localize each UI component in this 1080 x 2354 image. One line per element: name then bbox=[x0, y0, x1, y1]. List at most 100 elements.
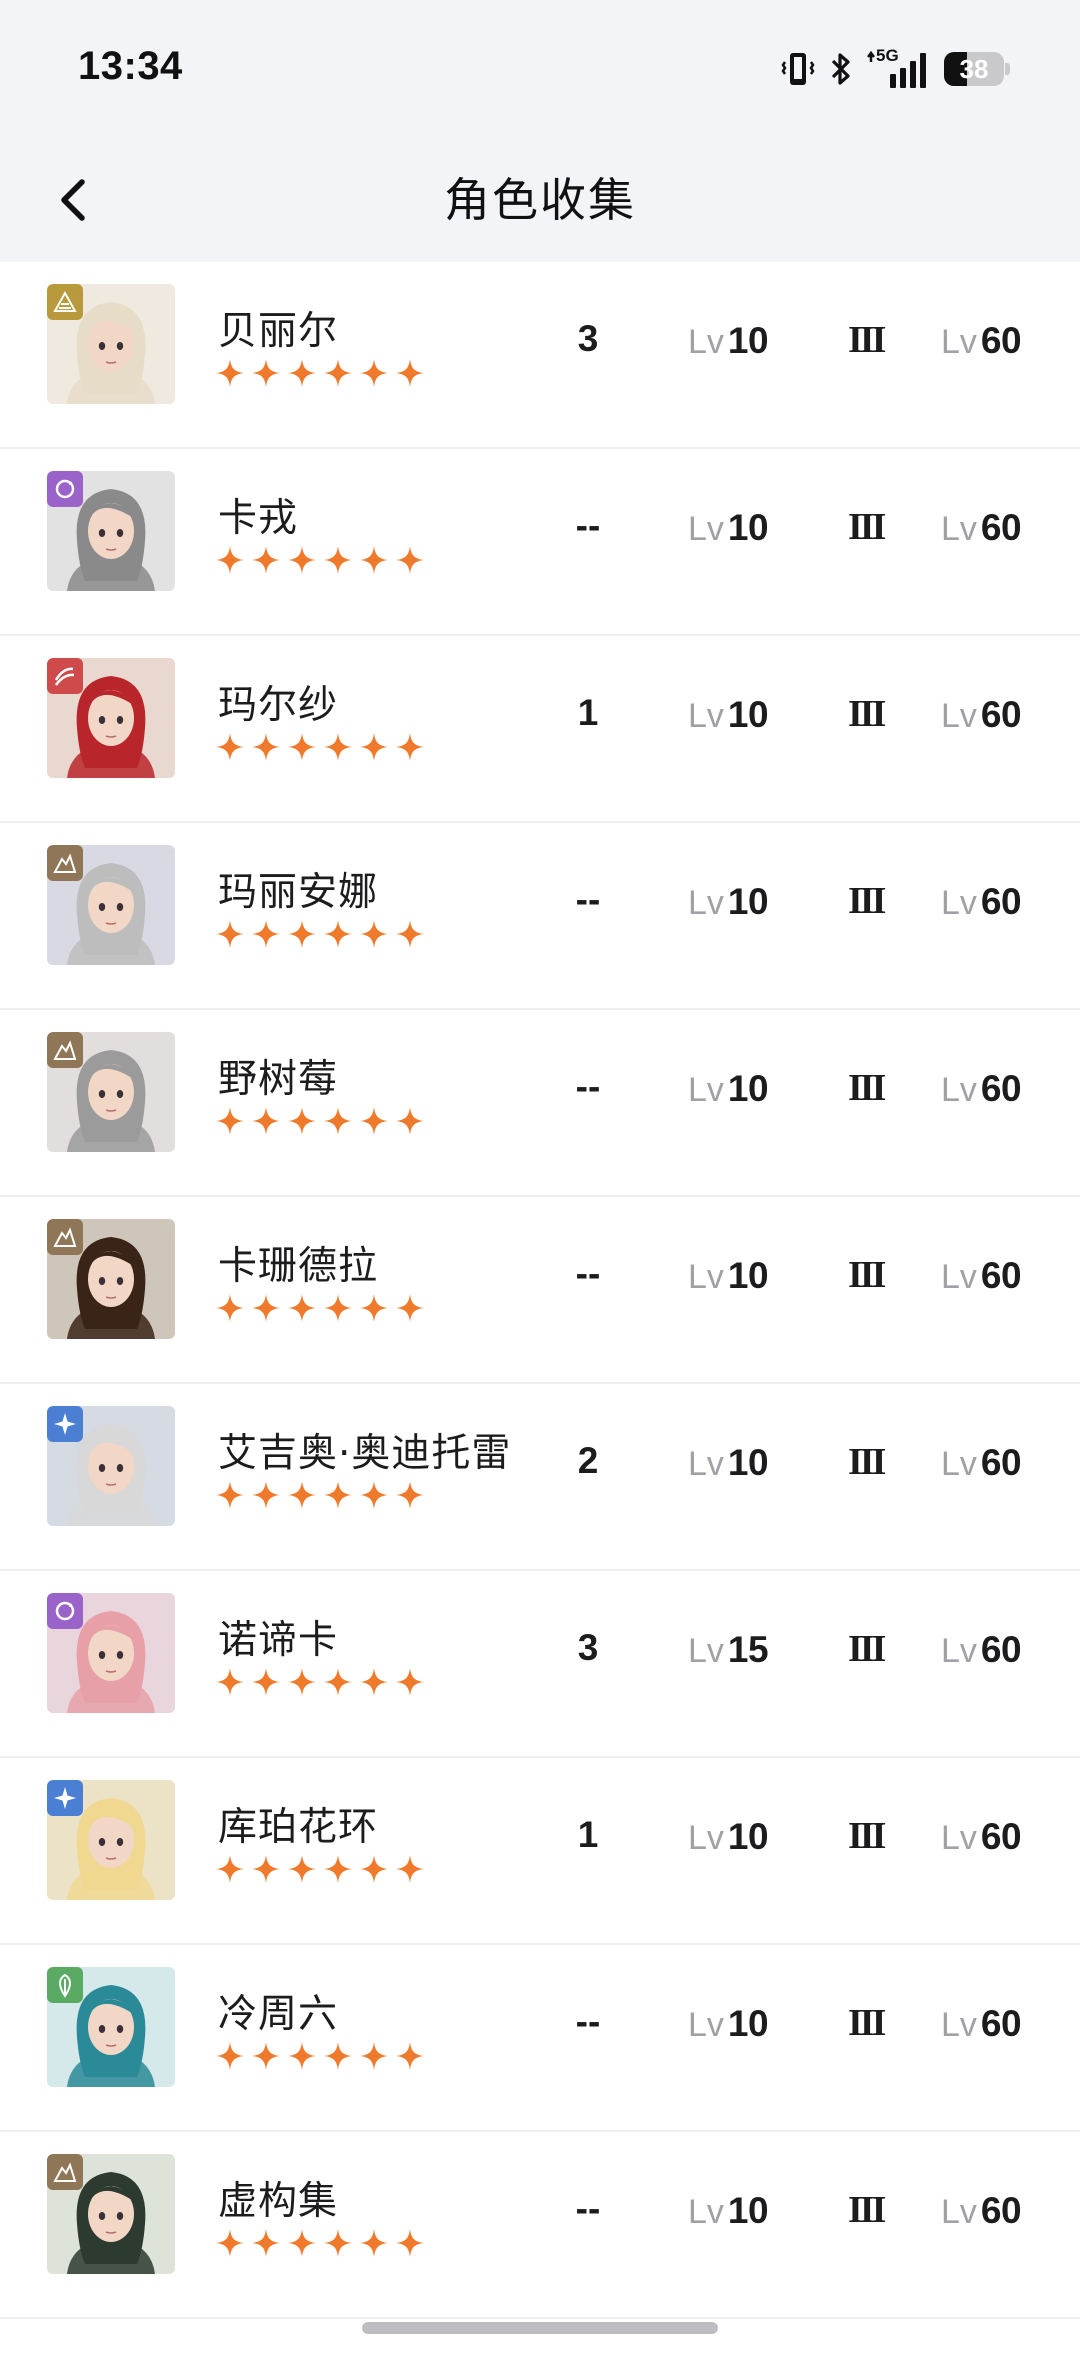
star-icon bbox=[252, 2042, 280, 2070]
character-name: 虚构集 bbox=[218, 2179, 339, 2224]
skill-level: Lv 10 bbox=[688, 694, 769, 736]
star-icon bbox=[360, 359, 388, 387]
star-icon bbox=[288, 359, 316, 387]
element-rock-icon bbox=[47, 845, 83, 881]
character-portrait bbox=[47, 284, 175, 404]
rank-badge: III bbox=[848, 2189, 886, 2231]
star-icon bbox=[288, 733, 316, 761]
star-icon bbox=[216, 733, 244, 761]
star-icon bbox=[324, 1668, 352, 1696]
character-name: 艾吉奥·奥迪托雷 bbox=[218, 1431, 512, 1476]
star-icon bbox=[288, 1668, 316, 1696]
rarity-stars bbox=[215, 919, 425, 949]
skill-level: Lv 10 bbox=[688, 320, 769, 362]
skill-level: Lv 15 bbox=[688, 1629, 769, 1671]
character-level-prefix: Lv bbox=[941, 2193, 977, 2231]
rank-badge: III bbox=[848, 1441, 886, 1483]
constellation-count: -- bbox=[575, 2001, 601, 2042]
star-icon bbox=[216, 1855, 244, 1883]
star-icon bbox=[324, 1107, 352, 1135]
character-row[interactable]: 虚构集 -- Lv 10 III Lv 60 bbox=[0, 2132, 1080, 2319]
skill-level-value: 15 bbox=[727, 1629, 769, 1670]
star-icon bbox=[252, 1855, 280, 1883]
star-icon bbox=[252, 1107, 280, 1135]
star-icon bbox=[396, 1855, 424, 1883]
character-row[interactable]: 贝丽尔 3 Lv 10 III Lv 60 bbox=[0, 262, 1080, 449]
rarity-stars bbox=[215, 2228, 425, 2258]
character-row[interactable]: 玛尔纱 1 Lv 10 III Lv 60 bbox=[0, 636, 1080, 823]
element-wind-icon bbox=[47, 1406, 83, 1442]
star-icon bbox=[396, 1481, 424, 1509]
element-rock-icon bbox=[47, 1032, 83, 1068]
constellation-count: -- bbox=[575, 2188, 601, 2229]
star-icon bbox=[216, 1107, 244, 1135]
star-icon bbox=[396, 1294, 424, 1322]
character-name: 诺谛卡 bbox=[218, 1618, 339, 1663]
character-portrait bbox=[47, 2154, 175, 2274]
star-icon bbox=[360, 546, 388, 574]
star-icon bbox=[324, 359, 352, 387]
status-icons: 5G 38 bbox=[780, 46, 1010, 92]
character-portrait bbox=[47, 658, 175, 778]
star-icon bbox=[360, 2042, 388, 2070]
star-icon bbox=[216, 1668, 244, 1696]
character-row[interactable]: 卡珊德拉 -- Lv 10 III Lv 60 bbox=[0, 1197, 1080, 1384]
element-rock-icon bbox=[47, 1219, 83, 1255]
character-level-value: 60 bbox=[980, 1629, 1022, 1670]
rank-badge: III bbox=[848, 319, 886, 361]
skill-level: Lv 10 bbox=[688, 2190, 769, 2232]
character-row[interactable]: 卡戎 -- Lv 10 III Lv 60 bbox=[0, 449, 1080, 636]
skill-level-value: 10 bbox=[727, 2003, 769, 2044]
character-portrait bbox=[47, 845, 175, 965]
character-level: Lv 60 bbox=[941, 1068, 1022, 1110]
home-indicator[interactable] bbox=[362, 2322, 718, 2334]
character-level-value: 60 bbox=[980, 881, 1022, 922]
star-icon bbox=[396, 920, 424, 948]
star-icon bbox=[288, 920, 316, 948]
rank-badge: III bbox=[848, 2002, 886, 2044]
constellation-count: -- bbox=[575, 505, 601, 546]
character-level-prefix: Lv bbox=[941, 1258, 977, 1296]
rarity-stars bbox=[215, 1667, 425, 1697]
character-row[interactable]: 艾吉奥·奥迪托雷 2 Lv 10 III Lv 60 bbox=[0, 1384, 1080, 1571]
rarity-stars bbox=[215, 1854, 425, 1884]
battery-level: 38 bbox=[959, 54, 989, 84]
character-row[interactable]: 玛丽安娜 -- Lv 10 III Lv 60 bbox=[0, 823, 1080, 1010]
star-icon bbox=[216, 2229, 244, 2257]
character-name: 卡珊德拉 bbox=[218, 1244, 379, 1289]
character-portrait bbox=[47, 1593, 175, 1713]
rank-badge: III bbox=[848, 1067, 886, 1109]
character-portrait bbox=[47, 1406, 175, 1526]
skill-level: Lv 10 bbox=[688, 2003, 769, 2045]
skill-level-prefix: Lv bbox=[688, 697, 724, 735]
star-icon bbox=[216, 359, 244, 387]
constellation-count: 2 bbox=[577, 1440, 599, 1481]
star-icon bbox=[252, 1668, 280, 1696]
skill-level: Lv 10 bbox=[688, 881, 769, 923]
star-icon bbox=[324, 733, 352, 761]
constellation-count: 1 bbox=[577, 1814, 599, 1855]
character-row[interactable]: 野树莓 -- Lv 10 III Lv 60 bbox=[0, 1010, 1080, 1197]
star-icon bbox=[360, 1107, 388, 1135]
character-level-prefix: Lv bbox=[941, 884, 977, 922]
skill-level-value: 10 bbox=[727, 694, 769, 735]
signal-icon: 5G bbox=[866, 46, 932, 90]
character-level-prefix: Lv bbox=[941, 1445, 977, 1483]
character-row[interactable]: 冷周六 -- Lv 10 III Lv 60 bbox=[0, 1945, 1080, 2132]
page-title: 角色收集 bbox=[444, 173, 636, 227]
character-row[interactable]: 诺谛卡 3 Lv 15 III Lv 60 bbox=[0, 1571, 1080, 1758]
character-level-value: 60 bbox=[980, 1442, 1022, 1483]
rarity-stars bbox=[215, 545, 425, 575]
skill-level-value: 10 bbox=[727, 1255, 769, 1296]
star-icon bbox=[324, 1481, 352, 1509]
skill-level-value: 10 bbox=[727, 2190, 769, 2231]
skill-level-prefix: Lv bbox=[688, 884, 724, 922]
character-row[interactable]: 库珀花环 1 Lv 10 III Lv 60 bbox=[0, 1758, 1080, 1945]
character-level-prefix: Lv bbox=[941, 323, 977, 361]
skill-level-value: 10 bbox=[727, 507, 769, 548]
star-icon bbox=[216, 1294, 244, 1322]
constellation-count: 1 bbox=[577, 692, 599, 733]
star-icon bbox=[360, 1668, 388, 1696]
skill-level-prefix: Lv bbox=[688, 323, 724, 361]
element-wind-icon bbox=[47, 1780, 83, 1816]
